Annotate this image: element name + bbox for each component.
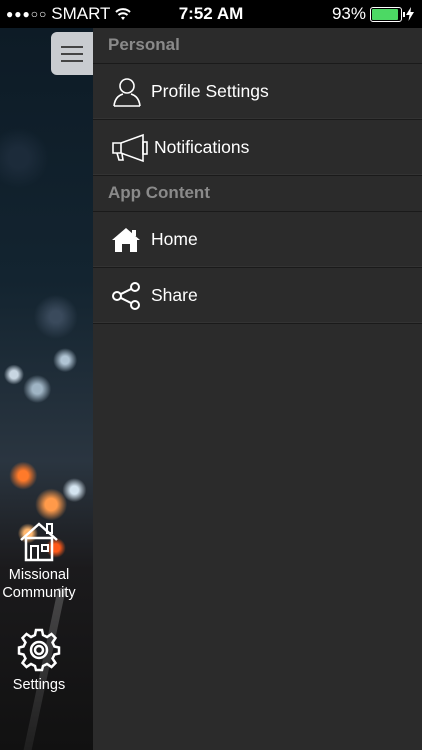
menu-item-label: Notifications	[154, 137, 250, 157]
share-icon	[111, 281, 151, 310]
status-bar: ●●●○○ SMART 7:52 AM 93%	[0, 0, 422, 28]
menu-toggle-button[interactable]	[51, 32, 93, 75]
menu-item-label: Share	[151, 285, 198, 305]
charging-icon	[406, 7, 414, 21]
person-icon	[111, 76, 151, 108]
menu-item-home[interactable]: Home	[93, 212, 422, 268]
menu-item-profile-settings[interactable]: Profile Settings	[93, 64, 422, 120]
side-item-label: Settings	[12, 677, 66, 693]
side-menu-drawer: Personal Profile Settings Notifications	[93, 28, 422, 750]
battery-percent: 93%	[331, 4, 366, 23]
section-header-app-content: App Content	[93, 176, 422, 212]
megaphone-icon	[111, 133, 154, 163]
section-header-personal: Personal	[93, 28, 422, 64]
menu-item-share[interactable]: Share	[93, 268, 422, 324]
battery-info: 93%	[332, 4, 414, 24]
battery-icon	[370, 6, 405, 22]
side-item-missional-community[interactable]: Missional Community	[0, 520, 78, 602]
gear-icon	[17, 628, 61, 672]
house-icon	[20, 522, 58, 562]
hamburger-line	[61, 52, 83, 55]
side-item-settings[interactable]: Settings	[0, 628, 78, 694]
menu-item-label: Home	[151, 229, 198, 249]
menu-item-label: Profile Settings	[151, 81, 269, 101]
battery-fill	[372, 8, 398, 20]
home-icon	[111, 227, 151, 253]
hamburger-line	[61, 59, 83, 62]
hamburger-line	[61, 45, 83, 48]
side-item-label: Missional Community	[2, 567, 76, 601]
menu-item-notifications[interactable]: Notifications	[93, 120, 422, 176]
